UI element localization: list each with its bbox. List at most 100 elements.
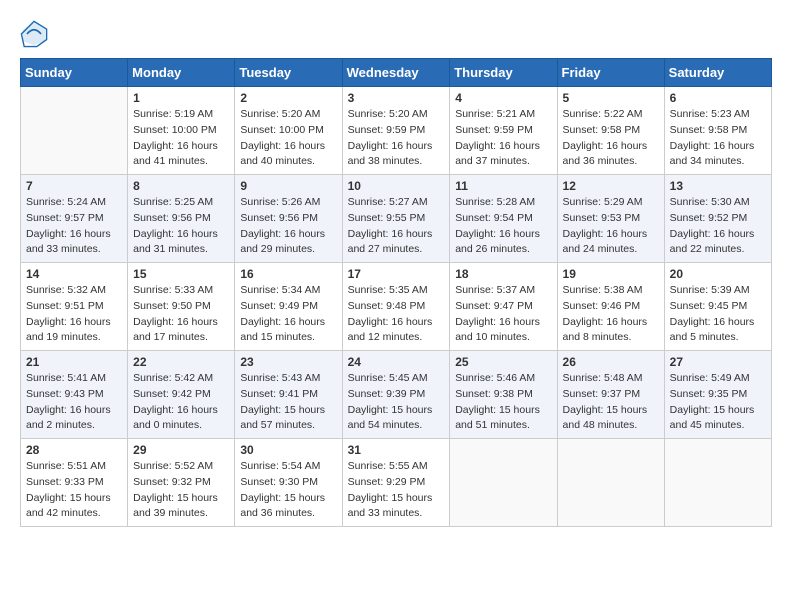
daylight-label: Daylight: 16 hours and 26 minutes. xyxy=(455,228,540,256)
weekday-header-wednesday: Wednesday xyxy=(342,59,450,87)
sunrise-label: Sunrise: 5:49 AM xyxy=(670,372,750,384)
calendar-cell: 25 Sunrise: 5:46 AM Sunset: 9:38 PM Dayl… xyxy=(450,351,557,439)
calendar-week-row: 7 Sunrise: 5:24 AM Sunset: 9:57 PM Dayli… xyxy=(21,175,772,263)
day-info: Sunrise: 5:25 AM Sunset: 9:56 PM Dayligh… xyxy=(133,195,229,258)
sunset-label: Sunset: 9:59 PM xyxy=(455,124,533,136)
sunrise-label: Sunrise: 5:42 AM xyxy=(133,372,213,384)
day-number: 25 xyxy=(455,355,551,369)
day-info: Sunrise: 5:26 AM Sunset: 9:56 PM Dayligh… xyxy=(240,195,336,258)
day-number: 9 xyxy=(240,179,336,193)
sunrise-label: Sunrise: 5:30 AM xyxy=(670,196,750,208)
sunset-label: Sunset: 9:56 PM xyxy=(240,212,318,224)
calendar-cell: 24 Sunrise: 5:45 AM Sunset: 9:39 PM Dayl… xyxy=(342,351,450,439)
day-number: 30 xyxy=(240,443,336,457)
day-number: 18 xyxy=(455,267,551,281)
sunset-label: Sunset: 9:49 PM xyxy=(240,300,318,312)
calendar-cell: 18 Sunrise: 5:37 AM Sunset: 9:47 PM Dayl… xyxy=(450,263,557,351)
sunrise-label: Sunrise: 5:20 AM xyxy=(240,108,320,120)
calendar-cell: 22 Sunrise: 5:42 AM Sunset: 9:42 PM Dayl… xyxy=(128,351,235,439)
logo xyxy=(20,20,52,48)
day-info: Sunrise: 5:41 AM Sunset: 9:43 PM Dayligh… xyxy=(26,371,122,434)
sunset-label: Sunset: 9:46 PM xyxy=(563,300,641,312)
calendar-week-row: 14 Sunrise: 5:32 AM Sunset: 9:51 PM Dayl… xyxy=(21,263,772,351)
sunset-label: Sunset: 9:51 PM xyxy=(26,300,104,312)
day-info: Sunrise: 5:24 AM Sunset: 9:57 PM Dayligh… xyxy=(26,195,122,258)
sunrise-label: Sunrise: 5:35 AM xyxy=(348,284,428,296)
day-info: Sunrise: 5:34 AM Sunset: 9:49 PM Dayligh… xyxy=(240,283,336,346)
daylight-label: Daylight: 15 hours and 36 minutes. xyxy=(240,492,325,520)
calendar-cell: 16 Sunrise: 5:34 AM Sunset: 9:49 PM Dayl… xyxy=(235,263,342,351)
day-number: 4 xyxy=(455,91,551,105)
sunset-label: Sunset: 9:48 PM xyxy=(348,300,426,312)
day-number: 16 xyxy=(240,267,336,281)
daylight-label: Daylight: 16 hours and 19 minutes. xyxy=(26,316,111,344)
day-number: 27 xyxy=(670,355,766,369)
daylight-label: Daylight: 16 hours and 29 minutes. xyxy=(240,228,325,256)
sunset-label: Sunset: 9:33 PM xyxy=(26,476,104,488)
calendar-week-row: 1 Sunrise: 5:19 AM Sunset: 10:00 PM Dayl… xyxy=(21,87,772,175)
day-info: Sunrise: 5:21 AM Sunset: 9:59 PM Dayligh… xyxy=(455,107,551,170)
day-number: 6 xyxy=(670,91,766,105)
day-info: Sunrise: 5:52 AM Sunset: 9:32 PM Dayligh… xyxy=(133,459,229,522)
day-number: 12 xyxy=(563,179,659,193)
sunset-label: Sunset: 10:00 PM xyxy=(240,124,323,136)
sunrise-label: Sunrise: 5:43 AM xyxy=(240,372,320,384)
day-number: 17 xyxy=(348,267,445,281)
day-info: Sunrise: 5:19 AM Sunset: 10:00 PM Daylig… xyxy=(133,107,229,170)
sunrise-label: Sunrise: 5:23 AM xyxy=(670,108,750,120)
sunrise-label: Sunrise: 5:32 AM xyxy=(26,284,106,296)
sunrise-label: Sunrise: 5:29 AM xyxy=(563,196,643,208)
sunset-label: Sunset: 9:55 PM xyxy=(348,212,426,224)
day-info: Sunrise: 5:48 AM Sunset: 9:37 PM Dayligh… xyxy=(563,371,659,434)
day-number: 14 xyxy=(26,267,122,281)
day-info: Sunrise: 5:23 AM Sunset: 9:58 PM Dayligh… xyxy=(670,107,766,170)
sunset-label: Sunset: 9:50 PM xyxy=(133,300,211,312)
daylight-label: Daylight: 16 hours and 31 minutes. xyxy=(133,228,218,256)
daylight-label: Daylight: 16 hours and 2 minutes. xyxy=(26,404,111,432)
daylight-label: Daylight: 16 hours and 34 minutes. xyxy=(670,140,755,168)
calendar-cell: 8 Sunrise: 5:25 AM Sunset: 9:56 PM Dayli… xyxy=(128,175,235,263)
daylight-label: Daylight: 15 hours and 48 minutes. xyxy=(563,404,648,432)
daylight-label: Daylight: 16 hours and 38 minutes. xyxy=(348,140,433,168)
day-number: 31 xyxy=(348,443,445,457)
sunset-label: Sunset: 9:41 PM xyxy=(240,388,318,400)
sunrise-label: Sunrise: 5:34 AM xyxy=(240,284,320,296)
day-info: Sunrise: 5:54 AM Sunset: 9:30 PM Dayligh… xyxy=(240,459,336,522)
calendar-week-row: 21 Sunrise: 5:41 AM Sunset: 9:43 PM Dayl… xyxy=(21,351,772,439)
weekday-header-saturday: Saturday xyxy=(664,59,771,87)
calendar-cell: 31 Sunrise: 5:55 AM Sunset: 9:29 PM Dayl… xyxy=(342,439,450,527)
sunset-label: Sunset: 9:42 PM xyxy=(133,388,211,400)
calendar-cell xyxy=(21,87,128,175)
day-number: 28 xyxy=(26,443,122,457)
weekday-header-monday: Monday xyxy=(128,59,235,87)
day-number: 19 xyxy=(563,267,659,281)
daylight-label: Daylight: 16 hours and 41 minutes. xyxy=(133,140,218,168)
day-info: Sunrise: 5:28 AM Sunset: 9:54 PM Dayligh… xyxy=(455,195,551,258)
sunset-label: Sunset: 9:52 PM xyxy=(670,212,748,224)
calendar-cell: 27 Sunrise: 5:49 AM Sunset: 9:35 PM Dayl… xyxy=(664,351,771,439)
day-info: Sunrise: 5:30 AM Sunset: 9:52 PM Dayligh… xyxy=(670,195,766,258)
calendar-cell: 13 Sunrise: 5:30 AM Sunset: 9:52 PM Dayl… xyxy=(664,175,771,263)
daylight-label: Daylight: 15 hours and 54 minutes. xyxy=(348,404,433,432)
calendar-cell: 1 Sunrise: 5:19 AM Sunset: 10:00 PM Dayl… xyxy=(128,87,235,175)
sunrise-label: Sunrise: 5:27 AM xyxy=(348,196,428,208)
sunrise-label: Sunrise: 5:26 AM xyxy=(240,196,320,208)
sunrise-label: Sunrise: 5:54 AM xyxy=(240,460,320,472)
weekday-header-tuesday: Tuesday xyxy=(235,59,342,87)
day-info: Sunrise: 5:51 AM Sunset: 9:33 PM Dayligh… xyxy=(26,459,122,522)
sunrise-label: Sunrise: 5:21 AM xyxy=(455,108,535,120)
calendar-cell: 30 Sunrise: 5:54 AM Sunset: 9:30 PM Dayl… xyxy=(235,439,342,527)
calendar-cell: 20 Sunrise: 5:39 AM Sunset: 9:45 PM Dayl… xyxy=(664,263,771,351)
daylight-label: Daylight: 16 hours and 40 minutes. xyxy=(240,140,325,168)
daylight-label: Daylight: 16 hours and 37 minutes. xyxy=(455,140,540,168)
day-number: 3 xyxy=(348,91,445,105)
day-info: Sunrise: 5:32 AM Sunset: 9:51 PM Dayligh… xyxy=(26,283,122,346)
calendar-cell: 23 Sunrise: 5:43 AM Sunset: 9:41 PM Dayl… xyxy=(235,351,342,439)
daylight-label: Daylight: 15 hours and 39 minutes. xyxy=(133,492,218,520)
calendar-cell: 15 Sunrise: 5:33 AM Sunset: 9:50 PM Dayl… xyxy=(128,263,235,351)
sunset-label: Sunset: 9:47 PM xyxy=(455,300,533,312)
day-number: 15 xyxy=(133,267,229,281)
sunset-label: Sunset: 9:30 PM xyxy=(240,476,318,488)
calendar-cell: 21 Sunrise: 5:41 AM Sunset: 9:43 PM Dayl… xyxy=(21,351,128,439)
sunset-label: Sunset: 9:58 PM xyxy=(670,124,748,136)
